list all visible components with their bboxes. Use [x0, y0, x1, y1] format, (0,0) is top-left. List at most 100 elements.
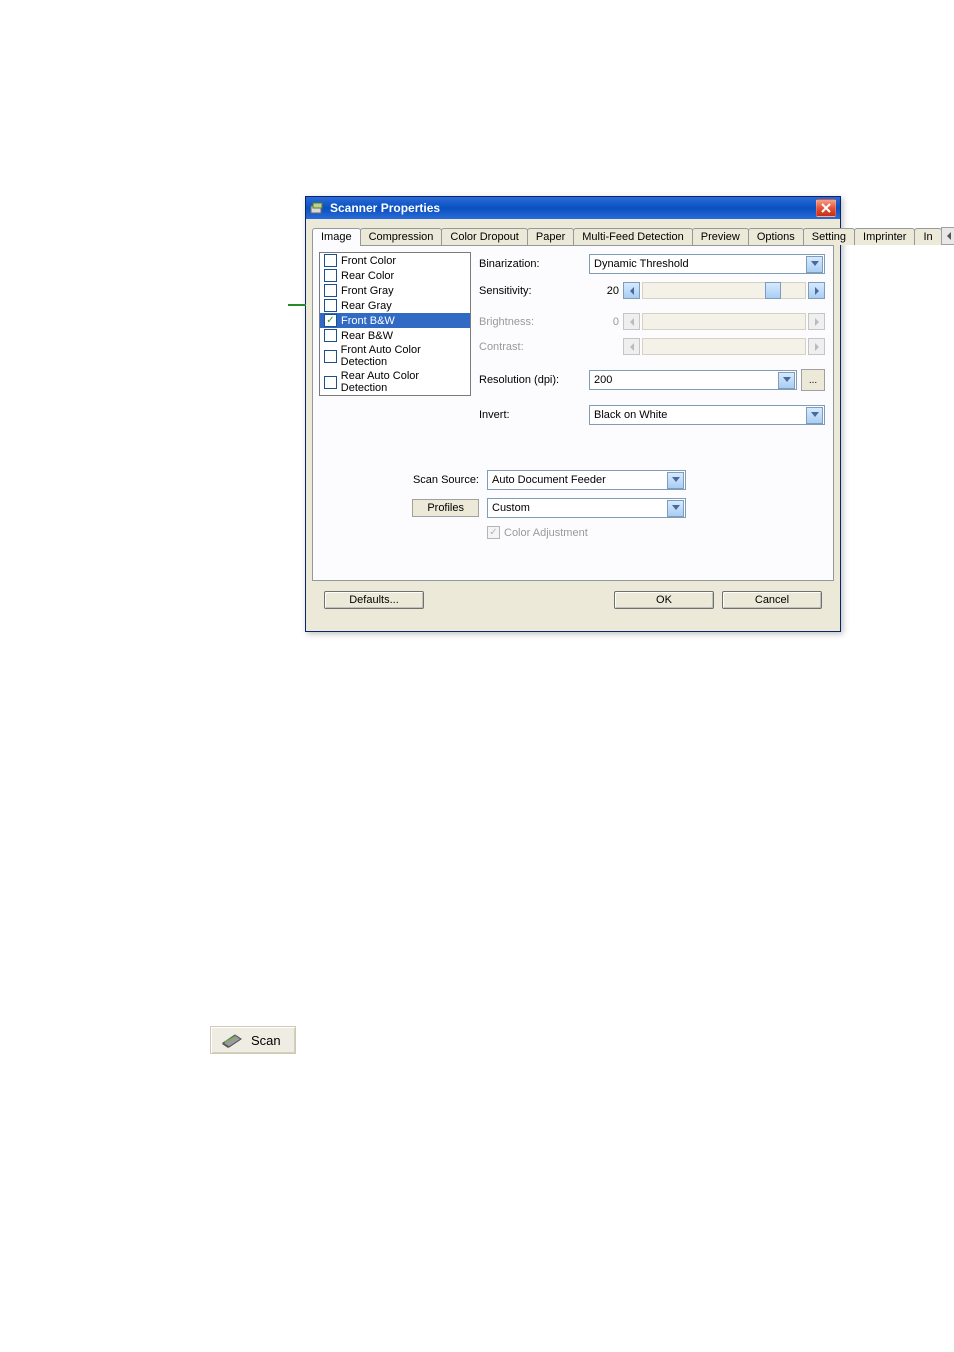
checkbox-front-auto-color[interactable]: [324, 350, 337, 363]
label-rear-bw: Rear B&W: [341, 330, 393, 342]
profiles-button-wrap: Profiles: [321, 499, 487, 517]
contrast-increment: [808, 338, 825, 355]
sensitivity-thumb[interactable]: [765, 282, 781, 299]
edge-mark: [288, 304, 306, 306]
chevron-down-icon[interactable]: [667, 500, 684, 517]
checkbox-rear-bw[interactable]: [324, 329, 337, 342]
sensitivity-increment[interactable]: [808, 282, 825, 299]
tab-info-truncated[interactable]: In: [914, 228, 941, 245]
binarization-value: Dynamic Threshold: [594, 258, 806, 270]
ok-button[interactable]: OK: [614, 591, 714, 609]
value-sensitivity: 20: [589, 285, 623, 297]
profiles-button[interactable]: Profiles: [412, 499, 479, 517]
tab-multifeed[interactable]: Multi-Feed Detection: [573, 228, 693, 245]
row-resolution: Resolution (dpi): 200 ...: [479, 369, 825, 391]
row-binarization: Binarization: Dynamic Threshold: [479, 254, 825, 274]
label-rear-auto-color: Rear Auto Color Detection: [341, 370, 466, 394]
tab-scroll-left[interactable]: [941, 227, 954, 245]
checkbox-rear-color[interactable]: [324, 269, 337, 282]
brightness-track: [642, 313, 806, 330]
label-resolution: Resolution (dpi):: [479, 374, 589, 386]
label-contrast: Contrast:: [479, 341, 589, 353]
contrast-decrement: [623, 338, 640, 355]
row-profiles: Profiles Custom: [321, 498, 825, 518]
item-front-bw[interactable]: ✓ Front B&W: [320, 313, 470, 328]
row-brightness: Brightness: 0: [479, 313, 825, 330]
tab-paper[interactable]: Paper: [527, 228, 574, 245]
tab-color-dropout[interactable]: Color Dropout: [441, 228, 527, 245]
label-front-gray: Front Gray: [341, 285, 394, 297]
sensitivity-decrement[interactable]: [623, 282, 640, 299]
label-front-color: Front Color: [341, 255, 396, 267]
tab-image[interactable]: Image: [312, 228, 361, 246]
label-binarization: Binarization:: [479, 258, 589, 270]
slider-brightness: [623, 313, 825, 330]
tab-setting[interactable]: Setting: [803, 228, 855, 245]
dropdown-scan-source[interactable]: Auto Document Feeder: [487, 470, 686, 490]
contrast-track: [642, 338, 806, 355]
chevron-down-icon[interactable]: [667, 472, 684, 489]
label-scan-source: Scan Source:: [321, 474, 487, 486]
settings-grid: Binarization: Dynamic Threshold Sensitiv…: [479, 254, 825, 433]
item-rear-color[interactable]: Rear Color: [320, 268, 470, 283]
checkbox-rear-gray[interactable]: [324, 299, 337, 312]
tab-page-image: Front Color Rear Color Front Gray Rear G…: [312, 246, 834, 581]
row-scan-source: Scan Source: Auto Document Feeder: [321, 470, 825, 490]
tab-options[interactable]: Options: [748, 228, 804, 245]
slider-contrast: [623, 338, 825, 355]
dropdown-profiles[interactable]: Custom: [487, 498, 686, 518]
chevron-down-icon[interactable]: [778, 372, 795, 389]
row-sensitivity: Sensitivity: 20: [479, 282, 825, 299]
lower-section: Scan Source: Auto Document Feeder Profil…: [321, 470, 825, 539]
dropdown-invert[interactable]: Black on White: [589, 405, 825, 425]
item-rear-auto-color[interactable]: Rear Auto Color Detection: [320, 369, 470, 395]
titlebar[interactable]: Scanner Properties: [306, 197, 840, 219]
item-front-color[interactable]: Front Color: [320, 253, 470, 268]
row-color-adjustment: ✓ Color Adjustment: [487, 526, 825, 539]
sensitivity-track[interactable]: [642, 282, 806, 299]
scanner-properties-dialog: Scanner Properties Image Compression Col…: [305, 196, 841, 632]
label-color-adjustment: Color Adjustment: [504, 527, 588, 539]
tabstrip: Image Compression Color Dropout Paper Mu…: [312, 225, 834, 246]
value-brightness: 0: [589, 316, 623, 328]
label-front-auto-color: Front Auto Color Detection: [341, 344, 466, 368]
label-sensitivity: Sensitivity:: [479, 285, 589, 297]
window-title: Scanner Properties: [330, 201, 816, 215]
item-rear-bw[interactable]: Rear B&W: [320, 328, 470, 343]
scan-button-label: Scan: [251, 1033, 281, 1048]
label-brightness: Brightness:: [479, 316, 589, 328]
dialog-buttons: Defaults... OK Cancel: [312, 581, 834, 621]
slider-sensitivity[interactable]: [623, 282, 825, 299]
tab-compression[interactable]: Compression: [360, 228, 443, 245]
tab-preview[interactable]: Preview: [692, 228, 749, 245]
chevron-down-icon[interactable]: [806, 256, 823, 273]
resolution-value: 200: [594, 374, 778, 386]
item-rear-gray[interactable]: Rear Gray: [320, 298, 470, 313]
item-front-auto-color[interactable]: Front Auto Color Detection: [320, 343, 470, 369]
row-invert: Invert: Black on White: [479, 405, 825, 425]
close-button[interactable]: [816, 199, 836, 217]
tab-imprinter[interactable]: Imprinter: [854, 228, 915, 245]
checkbox-front-gray[interactable]: [324, 284, 337, 297]
checkbox-front-bw[interactable]: ✓: [324, 314, 337, 327]
brightness-decrement: [623, 313, 640, 330]
label-rear-color: Rear Color: [341, 270, 394, 282]
dropdown-resolution[interactable]: 200: [589, 370, 797, 390]
image-type-list[interactable]: Front Color Rear Color Front Gray Rear G…: [319, 252, 471, 396]
cancel-button[interactable]: Cancel: [722, 591, 822, 609]
app-icon: [310, 201, 324, 215]
defaults-button[interactable]: Defaults...: [324, 591, 424, 609]
resolution-more-button[interactable]: ...: [801, 369, 825, 391]
item-front-gray[interactable]: Front Gray: [320, 283, 470, 298]
brightness-increment: [808, 313, 825, 330]
checkbox-front-color[interactable]: [324, 254, 337, 267]
label-invert: Invert:: [479, 409, 589, 421]
dropdown-binarization[interactable]: Dynamic Threshold: [589, 254, 825, 274]
invert-value: Black on White: [594, 409, 806, 421]
scan-button[interactable]: Scan: [210, 1026, 296, 1054]
scan-icon: [221, 1031, 243, 1049]
chevron-down-icon[interactable]: [806, 407, 823, 424]
checkbox-rear-auto-color[interactable]: [324, 376, 337, 389]
dialog-body: Image Compression Color Dropout Paper Mu…: [306, 219, 840, 631]
label-front-bw: Front B&W: [341, 315, 395, 327]
